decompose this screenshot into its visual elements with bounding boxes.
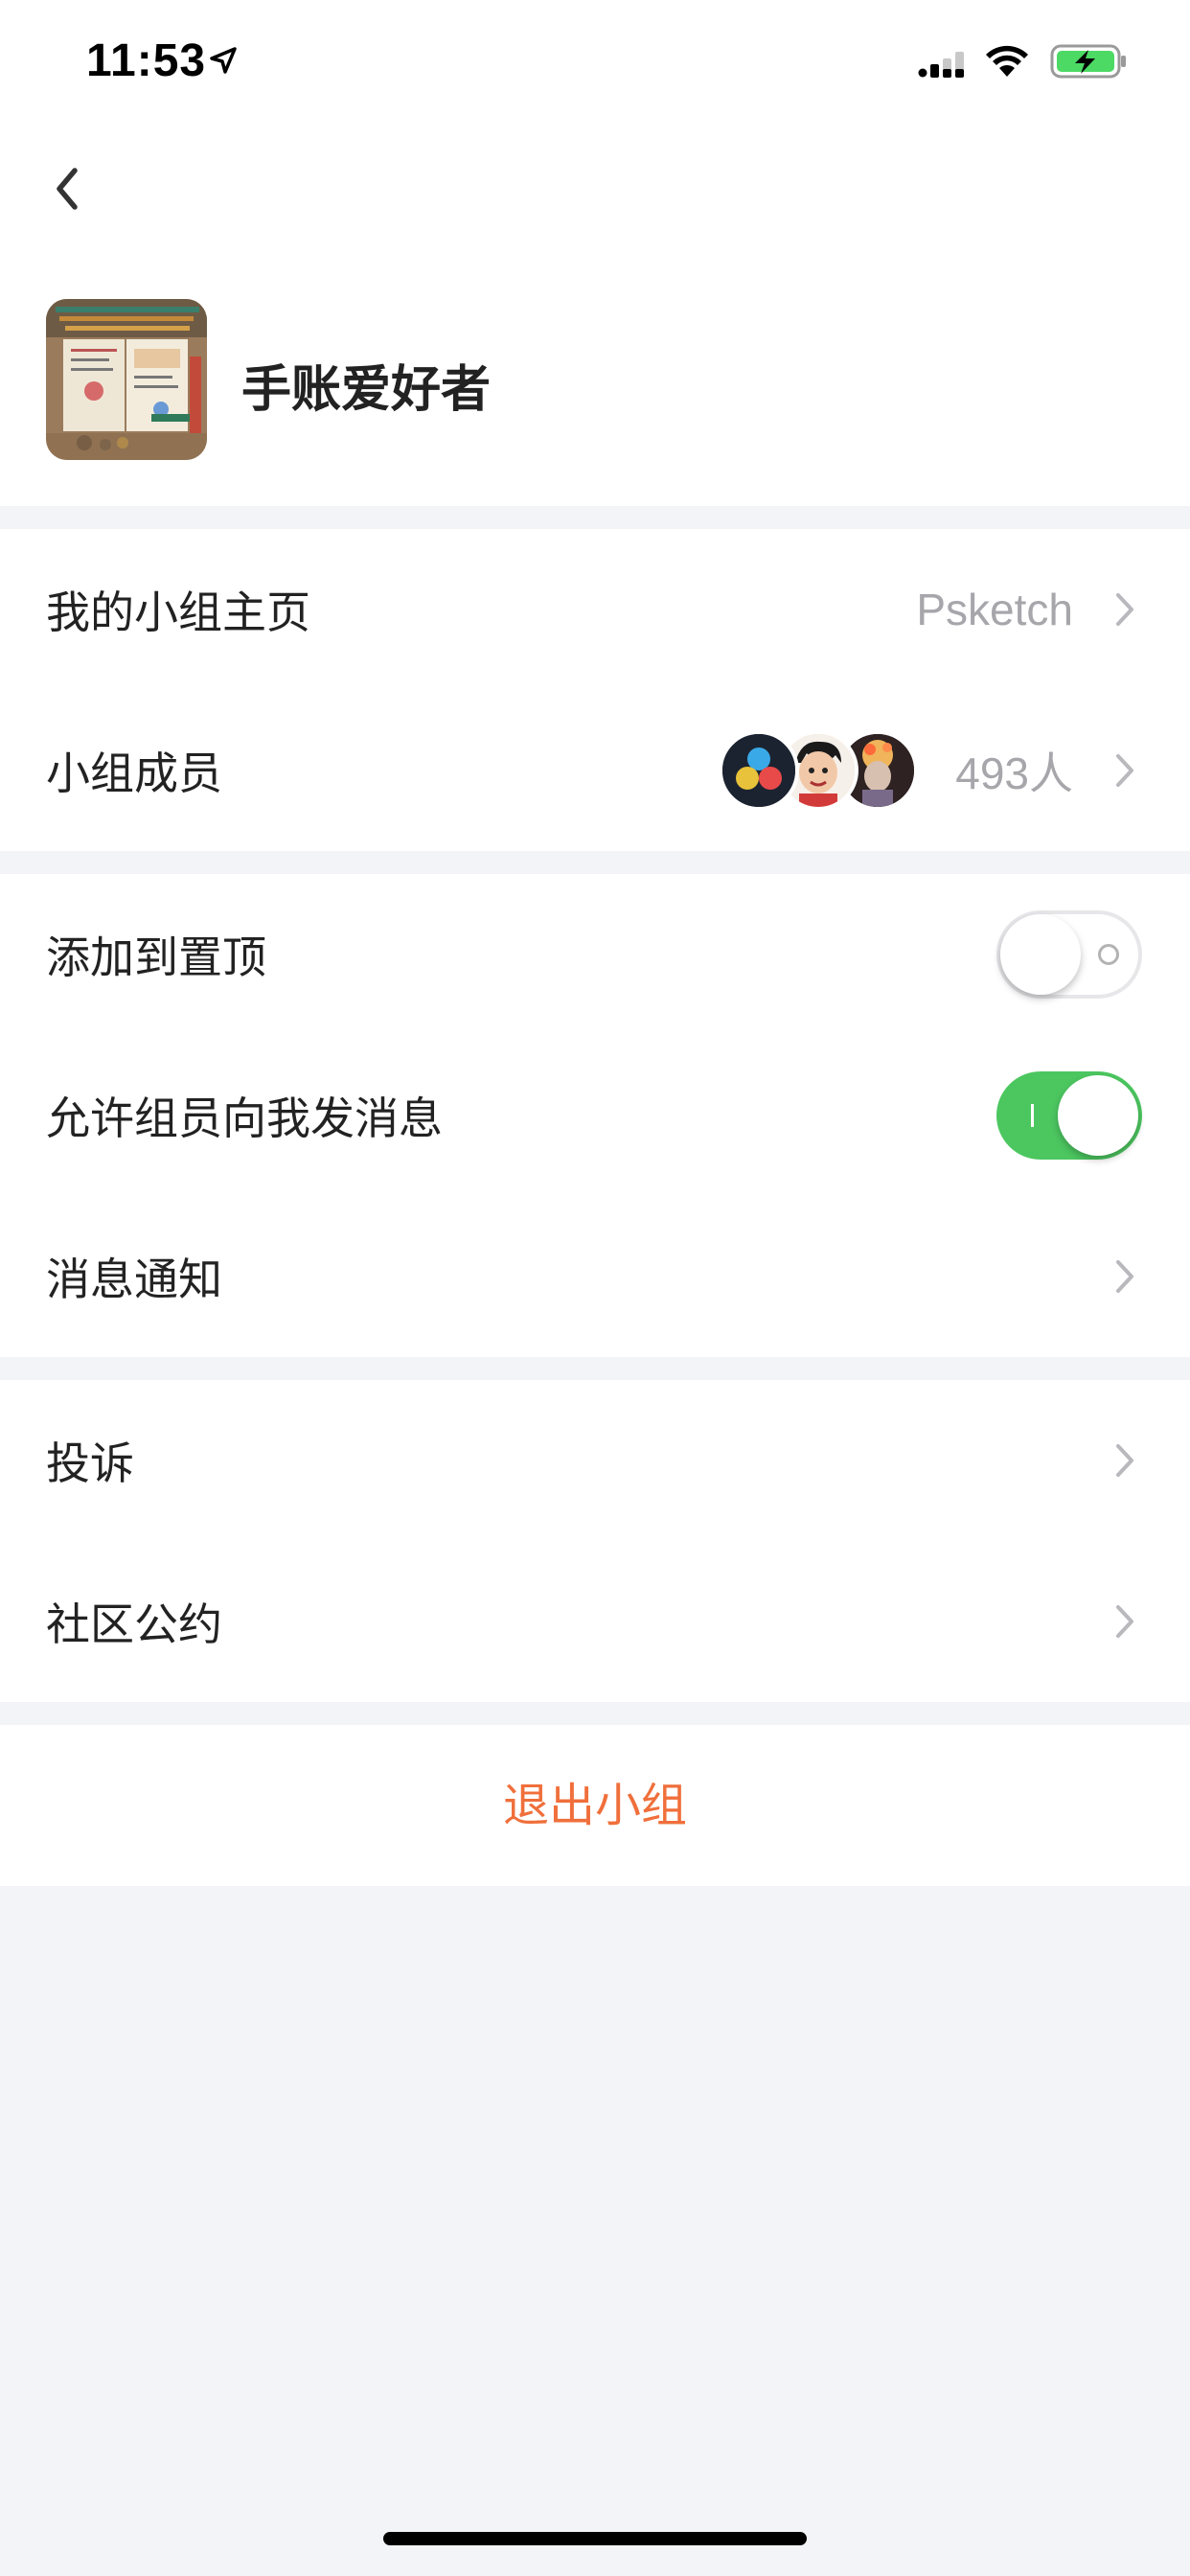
- status-bar: 11:53: [0, 0, 1190, 126]
- group-name: 手账爱好者: [241, 361, 492, 419]
- member-avatars: [719, 730, 918, 811]
- back-button[interactable]: [38, 155, 96, 222]
- leave-group-button[interactable]: 退出小组: [0, 1725, 1190, 1886]
- notifications-row[interactable]: 消息通知: [0, 1196, 1190, 1357]
- toggle-on-glyph-icon: [1031, 1104, 1034, 1127]
- group-info-section: 我的小组主页 Psketch 小组成员 493人: [0, 529, 1190, 851]
- report-row[interactable]: 投诉: [0, 1380, 1190, 1541]
- toggle-knob: [1000, 914, 1081, 995]
- group-header: 手账爱好者: [0, 126, 1190, 506]
- chevron-right-icon: [1116, 1444, 1133, 1477]
- group-members-count: 493人: [955, 748, 1073, 798]
- community-convention-label: 社区公约: [46, 1598, 222, 1650]
- chevron-right-icon: [1116, 754, 1133, 787]
- pin-to-top-row: 添加到置顶: [0, 874, 1190, 1035]
- chevron-right-icon: [1116, 593, 1133, 626]
- cellular-signal-icon: [918, 52, 964, 78]
- group-members-row[interactable]: 小组成员 493人: [0, 690, 1190, 851]
- allow-messages-row: 允许组员向我发消息: [0, 1035, 1190, 1196]
- toggle-off-glyph-icon: [1098, 944, 1119, 965]
- davinci-logo-icon: [722, 734, 795, 807]
- group-homepage-label: 我的小组主页: [46, 586, 310, 638]
- misc-section: 投诉 社区公约: [0, 1380, 1190, 1702]
- location-arrow-icon: [210, 47, 237, 74]
- allow-messages-toggle[interactable]: [996, 1071, 1142, 1160]
- leave-section: 退出小组: [0, 1725, 1190, 1886]
- member-avatar: [719, 730, 799, 811]
- pin-to-top-label: 添加到置顶: [46, 932, 266, 983]
- notifications-label: 消息通知: [46, 1254, 222, 1305]
- journal-photo-image: [46, 299, 207, 460]
- toggle-knob: [1058, 1075, 1138, 1156]
- community-convention-row[interactable]: 社区公约: [0, 1541, 1190, 1702]
- group-avatar[interactable]: [46, 299, 207, 460]
- group-homepage-value: Psketch: [916, 585, 1073, 634]
- allow-messages-label: 允许组员向我发消息: [46, 1092, 443, 1144]
- settings-section: 添加到置顶 允许组员向我发消息 消息通知: [0, 874, 1190, 1357]
- status-time: 11:53: [86, 35, 207, 86]
- pin-to-top-toggle[interactable]: [996, 910, 1142, 999]
- chevron-right-icon: [1116, 1605, 1133, 1638]
- group-homepage-row[interactable]: 我的小组主页 Psketch: [0, 529, 1190, 690]
- report-label: 投诉: [46, 1438, 134, 1489]
- chevron-right-icon: [1116, 1260, 1133, 1293]
- group-members-label: 小组成员: [46, 748, 222, 799]
- battery-charging-icon: [1050, 44, 1126, 79]
- home-indicator[interactable]: [383, 2532, 807, 2545]
- wifi-icon: [986, 45, 1028, 77]
